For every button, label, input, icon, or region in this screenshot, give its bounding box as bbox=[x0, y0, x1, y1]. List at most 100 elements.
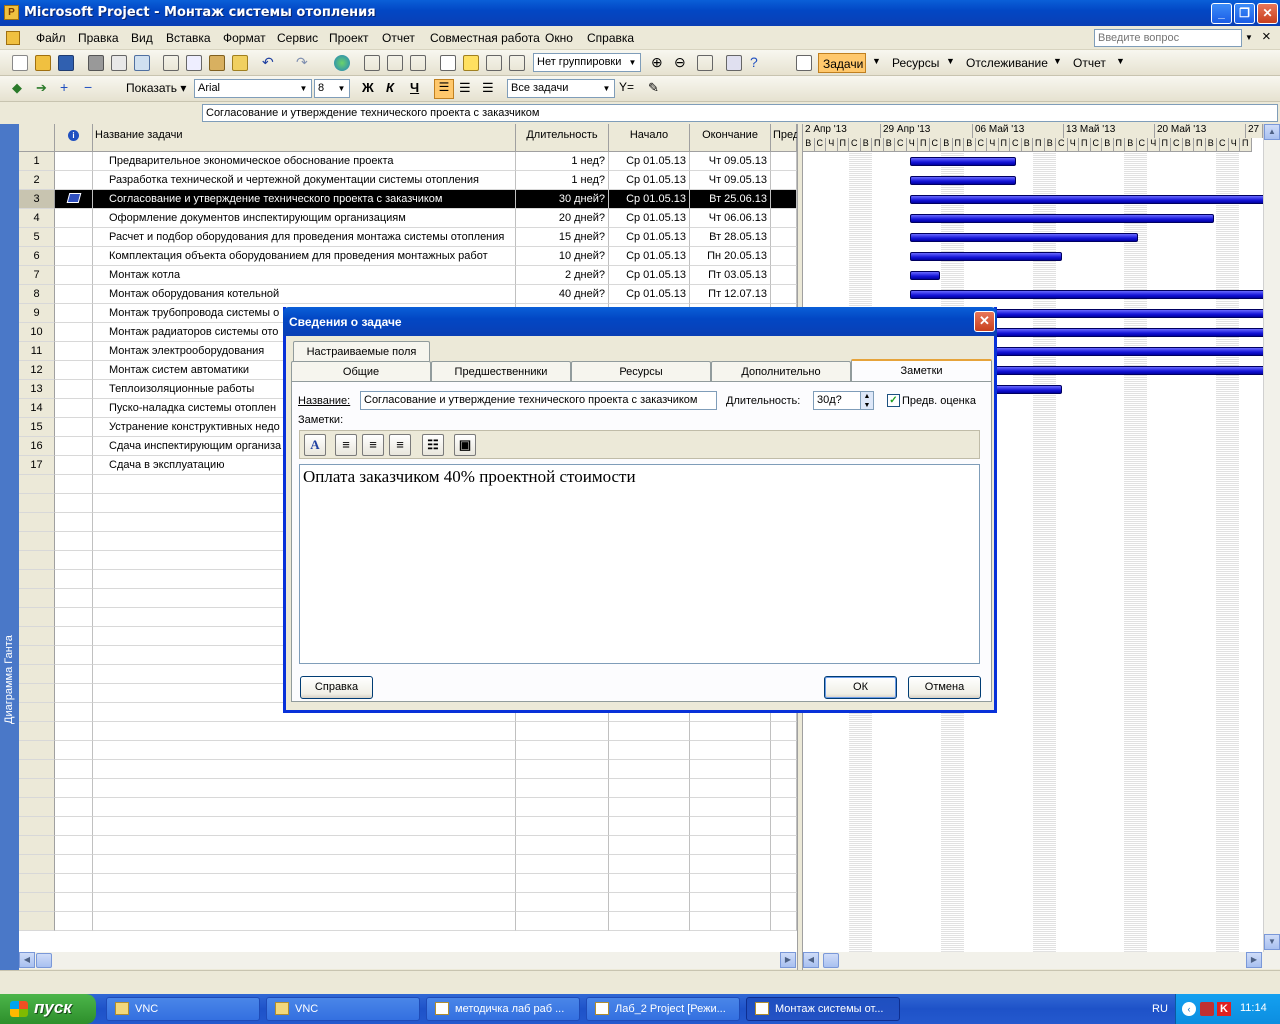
indicator-cell[interactable] bbox=[55, 532, 93, 551]
row-id[interactable] bbox=[19, 646, 55, 665]
indicator-cell[interactable] bbox=[55, 342, 93, 361]
table-row[interactable]: 2 Разработка технической и чертежной доку… bbox=[19, 171, 797, 190]
row-id[interactable] bbox=[19, 912, 55, 931]
scroll-right-icon[interactable]: ▶ bbox=[1246, 952, 1262, 968]
task-name-cell[interactable] bbox=[93, 893, 516, 912]
save-icon[interactable] bbox=[58, 55, 74, 71]
row-id[interactable] bbox=[19, 684, 55, 703]
gantt-task-bar[interactable] bbox=[910, 271, 941, 280]
table-row[interactable] bbox=[19, 874, 797, 893]
table-row[interactable] bbox=[19, 817, 797, 836]
show-outline-button[interactable]: Показать ▾ bbox=[106, 81, 186, 95]
zoom-in-icon[interactable]: ⊕ bbox=[651, 54, 663, 71]
cancel-button[interactable]: Отмена bbox=[908, 676, 981, 699]
duration-cell[interactable] bbox=[516, 798, 609, 817]
duration-cell[interactable]: 20 дней? bbox=[516, 209, 609, 228]
predecessors-cell[interactable] bbox=[771, 893, 797, 912]
finish-cell[interactable]: Вт 25.06.13 bbox=[690, 190, 771, 209]
row-id[interactable] bbox=[19, 722, 55, 741]
row-id[interactable] bbox=[19, 836, 55, 855]
row-id[interactable] bbox=[19, 570, 55, 589]
table-row[interactable] bbox=[19, 779, 797, 798]
indicator-cell[interactable] bbox=[55, 798, 93, 817]
hyperlink-globe-icon[interactable] bbox=[334, 55, 350, 71]
start-cell[interactable]: Ср 01.05.13 bbox=[609, 190, 690, 209]
predecessors-cell[interactable] bbox=[771, 798, 797, 817]
task-name-cell[interactable] bbox=[93, 760, 516, 779]
indicator-cell[interactable] bbox=[55, 817, 93, 836]
indicator-cell[interactable] bbox=[55, 475, 93, 494]
predecessors-cell[interactable] bbox=[771, 190, 797, 209]
menu-format[interactable]: Формат bbox=[223, 31, 266, 45]
row-id[interactable]: 5 bbox=[19, 228, 55, 247]
menu-project[interactable]: Проект bbox=[329, 31, 369, 45]
task-name-cell[interactable] bbox=[93, 798, 516, 817]
predecessors-cell[interactable] bbox=[771, 209, 797, 228]
taskbar-item[interactable]: Монтаж системы от... bbox=[746, 997, 900, 1021]
help-icon[interactable]: ? bbox=[750, 54, 758, 70]
row-id[interactable] bbox=[19, 627, 55, 646]
table-row[interactable]: 6 Комплектация объекта оборудованием для … bbox=[19, 247, 797, 266]
chevron-down-icon[interactable]: ▼ bbox=[1053, 56, 1062, 66]
tray-app-icon[interactable] bbox=[1200, 1002, 1214, 1016]
font-select[interactable]: Arial ▼ bbox=[194, 79, 312, 98]
row-id[interactable] bbox=[19, 513, 55, 532]
predecessors-cell[interactable] bbox=[771, 874, 797, 893]
plus-icon[interactable]: + bbox=[60, 79, 68, 95]
row-id[interactable]: 17 bbox=[19, 456, 55, 475]
duration-cell[interactable] bbox=[516, 722, 609, 741]
split-task-icon[interactable] bbox=[410, 55, 426, 71]
task-name-cell[interactable] bbox=[93, 817, 516, 836]
row-id[interactable]: 10 bbox=[19, 323, 55, 342]
finish-cell[interactable] bbox=[690, 760, 771, 779]
ask-question-input[interactable] bbox=[1094, 29, 1242, 47]
row-id[interactable] bbox=[19, 760, 55, 779]
autofilter-icon[interactable]: Y= bbox=[619, 80, 634, 94]
row-id[interactable] bbox=[19, 779, 55, 798]
tab-advanced[interactable]: Дополнительно bbox=[711, 361, 851, 381]
indicator-cell[interactable] bbox=[55, 209, 93, 228]
start-cell[interactable]: Ср 01.05.13 bbox=[609, 285, 690, 304]
select-all-corner[interactable] bbox=[19, 124, 55, 152]
finish-cell[interactable]: Пт 12.07.13 bbox=[690, 285, 771, 304]
insert-object-icon[interactable]: ▣ bbox=[454, 434, 476, 456]
finish-cell[interactable] bbox=[690, 798, 771, 817]
menu-view[interactable]: Вид bbox=[131, 31, 153, 45]
indicator-cell[interactable] bbox=[55, 779, 93, 798]
indicator-cell[interactable] bbox=[55, 285, 93, 304]
row-id[interactable]: 9 bbox=[19, 304, 55, 323]
new-icon[interactable] bbox=[12, 55, 28, 71]
table-row[interactable]: 5 Расчет и подбор оборудования для провед… bbox=[19, 228, 797, 247]
table-row[interactable] bbox=[19, 741, 797, 760]
table-row[interactable] bbox=[19, 893, 797, 912]
view-tasks-button[interactable]: Задачи bbox=[818, 53, 866, 73]
start-cell[interactable] bbox=[609, 855, 690, 874]
finish-cell[interactable]: Чт 06.06.13 bbox=[690, 209, 771, 228]
finish-cell[interactable]: Чт 09.05.13 bbox=[690, 171, 771, 190]
row-id[interactable] bbox=[19, 532, 55, 551]
indicator-cell[interactable] bbox=[55, 589, 93, 608]
note-indicator-icon[interactable] bbox=[66, 193, 81, 203]
duration-cell[interactable]: 1 нед? bbox=[516, 171, 609, 190]
help-button[interactable]: Справка bbox=[300, 676, 373, 699]
ask-dropdown-icon[interactable]: ▼ bbox=[1243, 31, 1255, 45]
chevron-down-icon[interactable]: ▼ bbox=[872, 56, 881, 66]
bullets-icon[interactable]: ☷ bbox=[422, 434, 444, 456]
row-id[interactable]: 15 bbox=[19, 418, 55, 437]
notes-textarea[interactable]: Оплата заказчиком 40% проектной стоимост… bbox=[299, 464, 980, 664]
indicator-cell[interactable] bbox=[55, 551, 93, 570]
zoom-out-icon[interactable]: ⊖ bbox=[674, 54, 686, 71]
gantt-horizontal-scrollbar[interactable]: ◀ ▶ bbox=[803, 952, 1280, 969]
indicator-cell[interactable] bbox=[55, 190, 93, 209]
bold-button[interactable]: Ж bbox=[362, 80, 374, 95]
ok-button[interactable]: ОК bbox=[824, 676, 897, 699]
table-row[interactable] bbox=[19, 836, 797, 855]
indicator-cell[interactable] bbox=[55, 570, 93, 589]
tab-general[interactable]: Общие bbox=[291, 361, 431, 381]
print-icon[interactable] bbox=[88, 55, 104, 71]
menu-insert[interactable]: Вставка bbox=[166, 31, 211, 45]
start-cell[interactable] bbox=[609, 817, 690, 836]
open-icon[interactable] bbox=[35, 55, 51, 71]
finish-header[interactable]: Окончание bbox=[690, 124, 771, 152]
finish-cell[interactable] bbox=[690, 722, 771, 741]
